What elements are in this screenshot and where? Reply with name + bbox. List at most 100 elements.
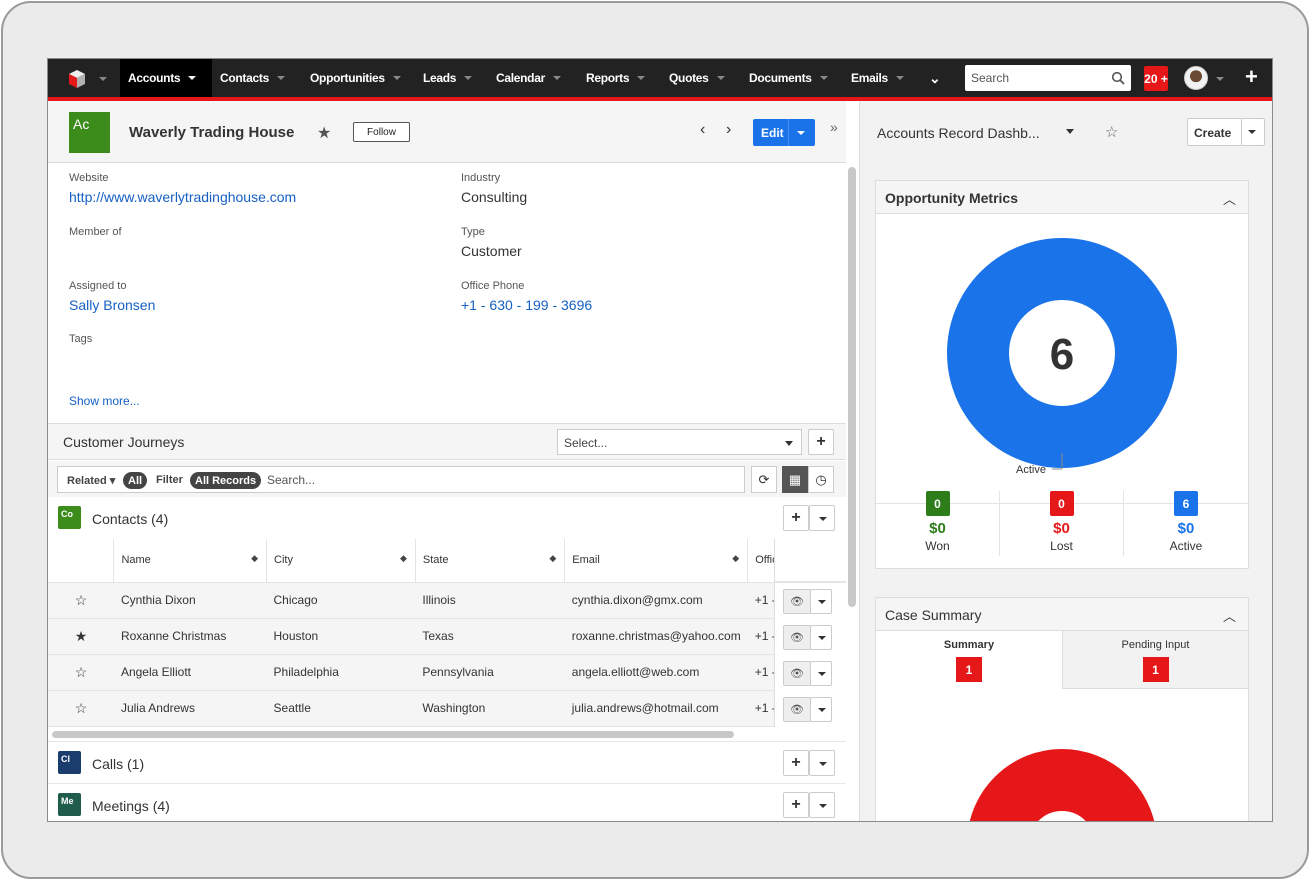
all-records-pill[interactable]: All Records (190, 472, 262, 489)
dashboard-select-caret-icon[interactable] (1066, 129, 1074, 134)
collapse-chevron-up-icon[interactable]: ︿ (1223, 606, 1236, 625)
meetings-actions-caret-icon[interactable] (809, 792, 835, 818)
sugar-cube-logo-icon[interactable] (68, 69, 86, 89)
favorite-star-icon[interactable]: ★ (317, 123, 331, 143)
related-filter-label[interactable]: Related ▾ (67, 474, 115, 487)
row-actions-caret-icon[interactable] (810, 697, 832, 722)
follow-button[interactable]: Follow (353, 122, 410, 142)
search-icon[interactable] (1111, 71, 1125, 85)
metric-lost[interactable]: 0 $0 Lost (1000, 491, 1124, 556)
related-all-pill[interactable]: All (123, 472, 148, 489)
favorite-star-icon[interactable]: ☆ (48, 582, 114, 619)
contacts-actions-caret-icon[interactable] (809, 505, 835, 531)
email-column-header[interactable]: Email ◆ (564, 539, 749, 583)
table-row[interactable]: ★ Roxanne Christmas Houston Texas roxann… (48, 618, 846, 655)
metric-won[interactable]: 0 $0 Won (876, 491, 1000, 556)
contact-email-link[interactable]: roxanne.christmas@yahoo.com (564, 618, 748, 655)
table-row[interactable]: ☆ Julia Andrews Seattle Washington julia… (48, 690, 846, 727)
create-caret-icon[interactable] (1248, 130, 1256, 134)
vertical-scrollbar[interactable] (848, 167, 856, 607)
dashboard-title[interactable]: Accounts Record Dashb... (877, 125, 1040, 141)
office-phone-link[interactable]: +1 - 630 - 199 - 3696 (461, 297, 592, 313)
contact-name-link[interactable]: Roxanne Christmas (113, 618, 267, 655)
favorite-star-icon[interactable]: ★ (48, 618, 114, 655)
calls-add-plus-icon[interactable]: + (783, 750, 809, 776)
add-journey-plus-icon[interactable]: + (808, 429, 834, 455)
user-menu-caret-icon[interactable] (1216, 77, 1224, 81)
nav-contacts[interactable]: Contacts (220, 59, 285, 97)
journey-template-select[interactable]: Select... (557, 429, 802, 455)
filter-search-placeholder[interactable]: Search... (267, 473, 315, 487)
nav-caret-icon[interactable] (188, 76, 197, 80)
preview-eye-icon[interactable]: 👁 (783, 625, 811, 650)
notifications-badge[interactable]: 20 + (1144, 66, 1168, 91)
assigned-user-link[interactable]: Sally Bronsen (69, 297, 155, 313)
nav-calendar[interactable]: Calendar (496, 59, 561, 97)
preview-eye-icon[interactable]: 👁 (783, 589, 811, 614)
nav-caret-icon[interactable] (552, 76, 561, 80)
next-record-icon[interactable]: › (726, 121, 731, 139)
nav-caret-icon[interactable] (895, 76, 904, 80)
table-row[interactable]: ☆ Cynthia Dixon Chicago Illinois cynthia… (48, 582, 846, 619)
quick-create-plus-icon[interactable]: + (1245, 64, 1258, 90)
activity-stream-clock-icon[interactable]: ◷ (808, 466, 834, 493)
nav-caret-icon[interactable] (637, 76, 646, 80)
contact-email-link[interactable]: cynthia.dixon@gmx.com (564, 582, 748, 619)
nav-caret-icon[interactable] (392, 76, 401, 80)
tab-summary[interactable]: Summary 1 (876, 631, 1062, 689)
sort-icon[interactable]: ◆ (549, 553, 556, 564)
nav-caret-icon[interactable] (464, 76, 473, 80)
name-column-header[interactable]: Name ◆ (113, 539, 268, 583)
city-column-header[interactable]: City ◆ (266, 539, 416, 583)
contact-email-link[interactable]: angela.elliott@web.com (564, 654, 748, 691)
sort-icon[interactable]: ◆ (400, 553, 407, 564)
row-actions-caret-icon[interactable] (810, 589, 832, 614)
previous-record-icon[interactable]: ‹ (700, 121, 705, 139)
nav-accounts[interactable]: Accounts (120, 59, 212, 97)
state-column-header[interactable]: State ◆ (415, 539, 566, 583)
edit-button[interactable]: Edit (753, 119, 815, 146)
contacts-add-plus-icon[interactable]: + (783, 505, 809, 531)
calls-subpanel-header[interactable]: Cl Calls (1) + (48, 741, 846, 783)
refresh-icon[interactable]: ⟳ (751, 466, 777, 493)
contacts-subpanel-header[interactable]: Co Contacts (4) + (48, 497, 846, 539)
contact-name-link[interactable]: Julia Andrews (113, 690, 267, 727)
list-view-grid-icon[interactable]: ▦ (782, 466, 808, 493)
favorite-star-icon[interactable]: ☆ (48, 690, 114, 727)
donut-case-segment[interactable] (969, 749, 1155, 822)
nav-caret-icon[interactable] (276, 76, 285, 80)
preview-eye-icon[interactable]: 👁 (783, 697, 811, 722)
website-link[interactable]: http://www.waverlytradinghouse.com (69, 189, 296, 205)
user-avatar[interactable] (1184, 66, 1208, 90)
show-more-link[interactable]: Show more... (69, 394, 140, 408)
nav-leads[interactable]: Leads (423, 59, 473, 97)
favorite-star-icon[interactable]: ☆ (48, 654, 114, 691)
nav-documents[interactable]: Documents (749, 59, 828, 97)
preview-eye-icon[interactable]: 👁 (783, 661, 811, 686)
global-search-input[interactable]: Search (965, 65, 1131, 91)
dashboard-favorite-star-icon[interactable]: ☆ (1105, 123, 1118, 141)
meetings-subpanel-header[interactable]: Me Meetings (4) + (48, 783, 846, 821)
contact-email-link[interactable]: julia.andrews@hotmail.com (564, 690, 748, 727)
contact-name-link[interactable]: Angela Elliott (113, 654, 267, 691)
nav-quotes[interactable]: Quotes (669, 59, 725, 97)
toggle-sidebar-icon[interactable]: » (830, 119, 838, 135)
meetings-add-plus-icon[interactable]: + (783, 792, 809, 818)
nav-more-chevron-icon[interactable]: ⌄ (929, 59, 941, 97)
nav-caret-icon[interactable] (716, 76, 725, 80)
create-dashlet-button[interactable]: Create (1187, 118, 1265, 146)
logo-caret-icon[interactable] (99, 77, 107, 81)
sort-icon[interactable]: ◆ (732, 553, 739, 564)
table-row[interactable]: ☆ Angela Elliott Philadelphia Pennsylvan… (48, 654, 846, 691)
calls-actions-caret-icon[interactable] (809, 750, 835, 776)
collapse-chevron-up-icon[interactable]: ︿ (1223, 189, 1236, 208)
nav-reports[interactable]: Reports (586, 59, 646, 97)
tab-pending-input[interactable]: Pending Input 1 (1062, 631, 1248, 689)
row-actions-caret-icon[interactable] (810, 625, 832, 650)
horizontal-scrollbar[interactable] (52, 731, 734, 738)
metric-active[interactable]: 6 $0 Active (1124, 491, 1248, 556)
nav-emails[interactable]: Emails (851, 59, 904, 97)
contact-name-link[interactable]: Cynthia Dixon (113, 582, 267, 619)
edit-actions-caret-icon[interactable] (797, 131, 805, 135)
row-actions-caret-icon[interactable] (810, 661, 832, 686)
